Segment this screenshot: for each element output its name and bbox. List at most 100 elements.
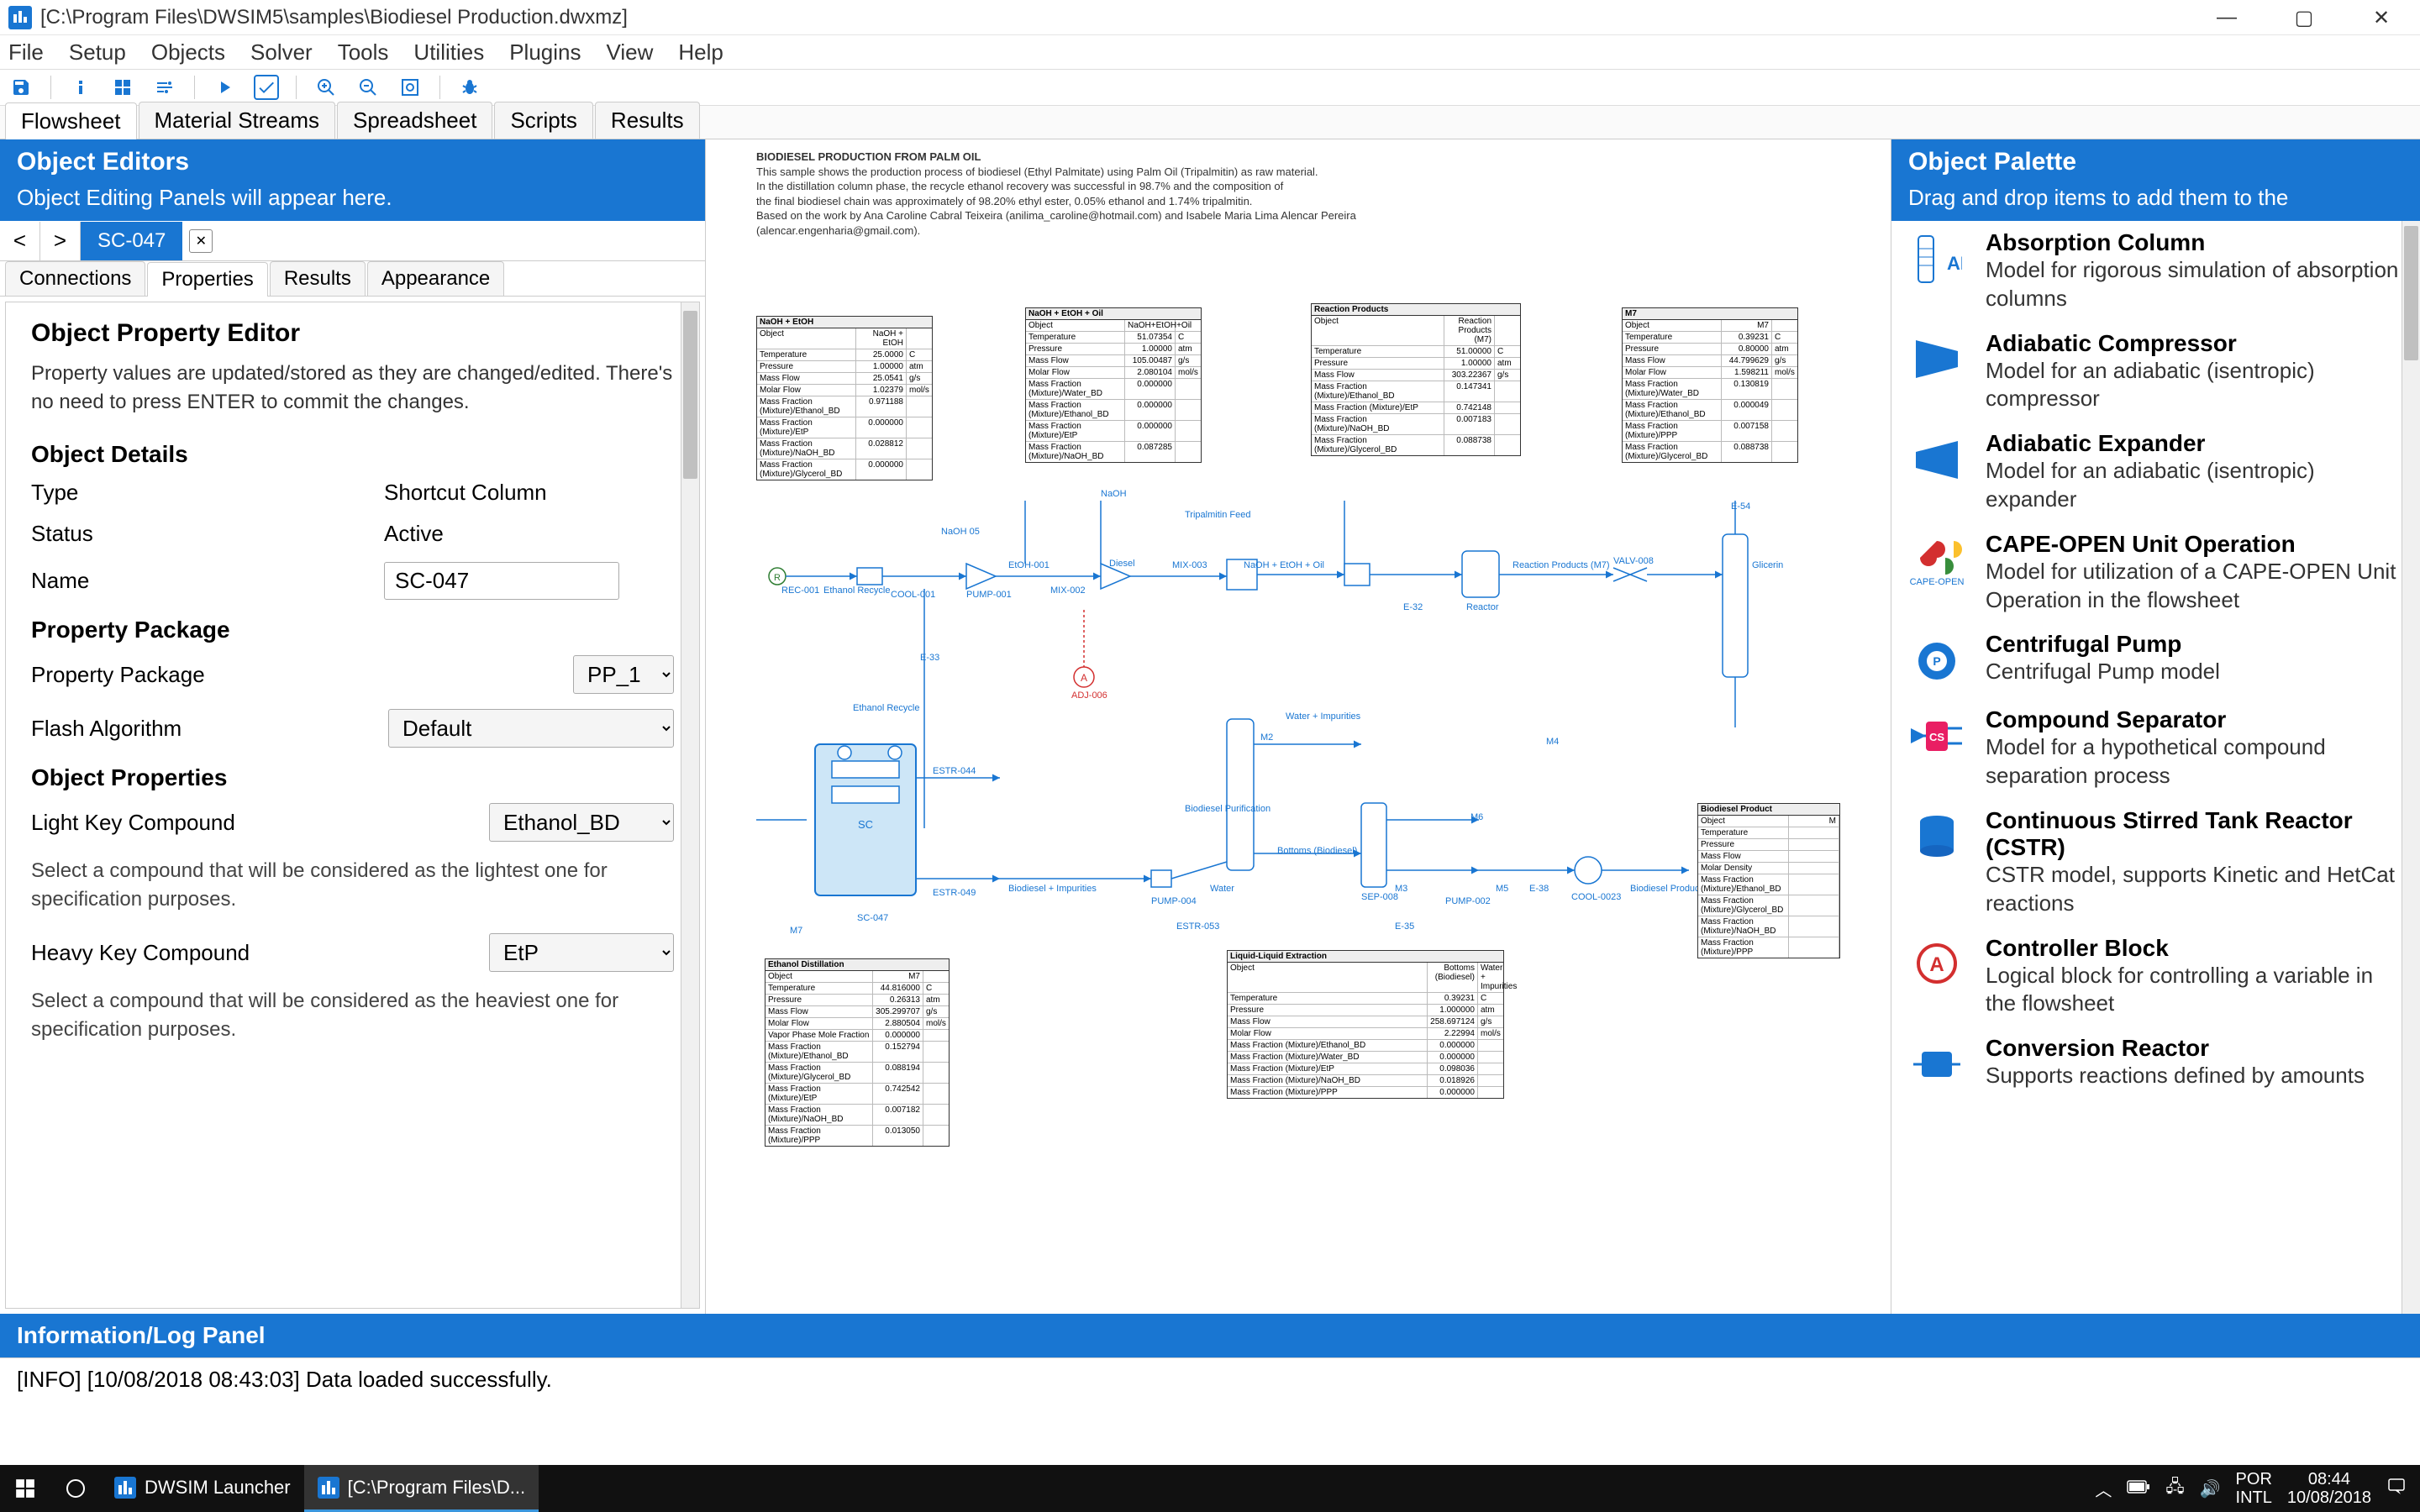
menu-objects[interactable]: Objects [151,39,225,66]
menu-solver[interactable]: Solver [250,39,313,66]
play-icon[interactable] [212,75,237,100]
svg-text:A: A [1081,672,1087,684]
tray-chevron-icon[interactable]: ︿ [2095,1477,2112,1501]
subtab-properties[interactable]: Properties [147,262,267,297]
menu-tools[interactable]: Tools [338,39,389,66]
zoom-fit-icon[interactable] [397,75,423,100]
hk-select[interactable]: EtP [489,933,674,972]
svg-text:VALV-008: VALV-008 [1613,556,1654,566]
flowsheet-canvas[interactable]: BIODIESEL PRODUCTION FROM PALM OIL This … [706,139,1891,1314]
svg-text:P: P [1933,654,1940,668]
subtab-connections[interactable]: Connections [5,261,145,296]
minimize-button[interactable]: — [2188,0,2265,35]
palette-scrollbar[interactable] [2402,221,2420,1314]
svg-text:NaOH 05: NaOH 05 [941,527,980,537]
editor-tab-label: SC-047 [97,229,166,253]
close-button[interactable]: ✕ [2343,0,2420,35]
subtab-appearance[interactable]: Appearance [367,261,504,296]
menu-help[interactable]: Help [678,39,723,66]
pp-select[interactable]: PP_1 [573,655,674,694]
save-icon[interactable] [8,75,34,100]
status-label: Status [31,521,384,547]
task-item-dwsim-launcher[interactable]: DWSIM Launcher [101,1465,304,1512]
tray-network-icon[interactable]: 🖧 [2165,1474,2184,1503]
tab-material-streams[interactable]: Material Streams [139,102,336,139]
svg-text:M4: M4 [1546,737,1559,747]
zoom-in-icon[interactable] [313,75,339,100]
check-icon[interactable] [254,75,279,100]
svg-text:Reaction Products (M7): Reaction Products (M7) [1512,560,1610,570]
controller-icon: A [1903,935,1970,994]
nav-forward-button[interactable]: > [40,222,81,260]
editor-tab[interactable]: SC-047 [81,222,182,260]
pp-label: Property Package [31,662,384,688]
menu-utilities[interactable]: Utilities [413,39,484,66]
maximize-button[interactable]: ▢ [2265,0,2343,35]
svg-text:Biodiesel + Impurities: Biodiesel + Impurities [1008,884,1097,894]
property-scrollbar[interactable] [681,302,699,1308]
tab-spreadsheet[interactable]: Spreadsheet [337,102,492,139]
palette-item-compound-separator[interactable]: CS Compound SeparatorModel for a hypothe… [1891,698,2420,799]
task-item-dwsim-app[interactable]: [C:\Program Files\D... [304,1465,539,1512]
tray-lang[interactable]: POR [2236,1470,2272,1488]
svg-text:E-32: E-32 [1403,602,1423,612]
property-editor-desc: Property values are updated/stored as th… [31,360,674,416]
palette-item-adiabatic-expander[interactable]: Adiabatic ExpanderModel for an adiabatic… [1891,422,2420,522]
menu-file[interactable]: File [8,39,44,66]
property-editor-scroll[interactable]: Object Property Editor Property values a… [5,302,700,1309]
tray-kbd[interactable]: INTL [2236,1488,2272,1507]
zoom-out-icon[interactable] [355,75,381,100]
svg-text:PUMP-002: PUMP-002 [1445,896,1491,906]
object-editors-panel: Object Editors Object Editing Panels wil… [0,139,706,1314]
menu-view[interactable]: View [607,39,654,66]
grid-icon[interactable] [110,75,135,100]
tab-results[interactable]: Results [595,102,700,139]
lk-label: Light Key Compound [31,810,384,836]
lk-select[interactable]: Ethanol_BD [489,803,674,842]
menu-plugins[interactable]: Plugins [509,39,581,66]
svg-text:NaOH + EtOH + Oil: NaOH + EtOH + Oil [1244,560,1324,570]
palette-item-cape-open[interactable]: CAPE-OPEN CAPE-OPEN Unit OperationModel … [1891,522,2420,623]
svg-text:Water: Water [1210,884,1234,894]
svg-text:REC-001: REC-001 [781,585,819,596]
palette-item-adiabatic-compressor[interactable]: Adiabatic CompressorModel for an adiabat… [1891,322,2420,423]
palette-list[interactable]: AB Absorption ColumnModel for rigorous s… [1891,221,2420,1314]
svg-text:MIX-003: MIX-003 [1172,560,1207,570]
palette-item-controller-block[interactable]: A Controller BlockLogical block for cont… [1891,927,2420,1027]
tray-notifications-icon[interactable] [2386,1476,2407,1501]
start-button[interactable] [0,1465,50,1512]
log-entry: [INFO] [10/08/2018 08:43:03] Data loaded… [17,1367,2403,1393]
tab-flowsheet[interactable]: Flowsheet [5,102,137,139]
palette-item-conversion-reactor[interactable]: Conversion ReactorSupports reactions def… [1891,1026,2420,1102]
subtab-results[interactable]: Results [270,261,366,296]
info-icon[interactable] [68,75,93,100]
object-palette-panel: Object Palette Drag and drop items to ad… [1891,139,2420,1314]
svg-text:Reactor: Reactor [1466,602,1499,612]
svg-text:COOL-001: COOL-001 [891,590,935,600]
cortana-button[interactable] [50,1465,101,1512]
left-panel-title: Object Editors [0,139,705,185]
sliders-icon[interactable] [152,75,177,100]
cape-open-icon: CAPE-OPEN [1903,531,1970,590]
bug-icon[interactable] [457,75,482,100]
palette-subtitle: Drag and drop items to add them to the [1891,185,2420,221]
name-input[interactable] [384,562,619,600]
window-title: [C:\Program Files\DWSIM5\samples\Biodies… [40,6,628,29]
conversion-reactor-icon [1903,1035,1970,1094]
flash-select[interactable]: Default [388,709,674,748]
tray-volume-icon[interactable]: 🔊 [2200,1478,2221,1499]
editor-tab-close[interactable]: ✕ [189,229,213,253]
separator-icon: CS [1903,706,1970,765]
tab-scripts[interactable]: Scripts [494,102,592,139]
tray-clock[interactable]: 08:44 10/08/2018 [2287,1470,2371,1507]
menu-setup[interactable]: Setup [69,39,126,66]
tray-battery-icon[interactable] [2127,1479,2150,1499]
svg-text:R: R [774,573,781,583]
nav-back-button[interactable]: < [0,222,40,260]
palette-item-absorption-column[interactable]: AB Absorption ColumnModel for rigorous s… [1891,221,2420,322]
palette-item-cstr[interactable]: Continuous Stirred Tank Reactor (CSTR)CS… [1891,799,2420,927]
palette-item-centrifugal-pump[interactable]: P Centrifugal PumpCentrifugal Pump model [1891,622,2420,698]
status-value: Active [384,521,674,547]
stream-table-biodiesel-product: Biodiesel Product ObjectM Temperature Pr… [1697,803,1840,958]
svg-text:M3: M3 [1395,884,1407,894]
